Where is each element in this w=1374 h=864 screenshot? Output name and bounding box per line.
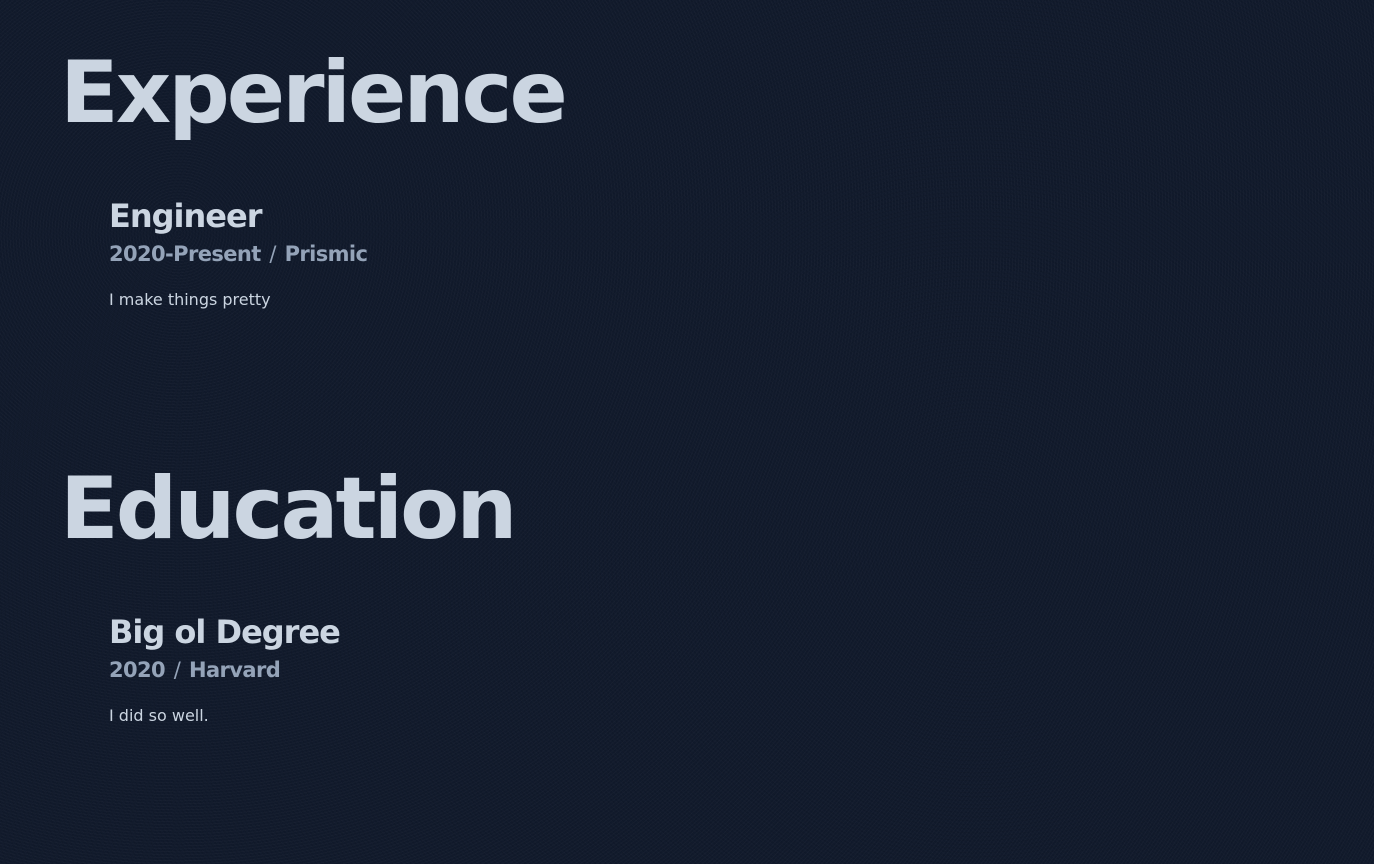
education-entry-description: I did so well. <box>109 706 209 725</box>
education-entry: Big ol Degree 2020 / Harvard I did so we… <box>109 612 1310 726</box>
experience-entry-role: Engineer <box>109 197 262 235</box>
experience-entry-period: 2020-Present <box>109 242 261 266</box>
education-entry-period: 2020 <box>109 658 166 682</box>
education-entry-organization: Harvard <box>188 658 281 682</box>
experience-entry-meta: 2020-Present / Prismic <box>109 239 1310 269</box>
experience-entry-description: I make things pretty <box>109 290 271 309</box>
education-section: Education Big ol Degree 2020 / Harvard I… <box>60 466 1310 726</box>
meta-separator: / <box>269 242 276 266</box>
education-entry-meta: 2020 / Harvard <box>109 655 1310 685</box>
education-entry-role: Big ol Degree <box>109 613 341 651</box>
experience-entry: Engineer 2020-Present / Prismic I make t… <box>109 196 1310 310</box>
education-heading: Education <box>60 459 517 559</box>
meta-separator: / <box>173 658 181 682</box>
experience-section: Experience Engineer 2020-Present / Prism… <box>60 50 1310 310</box>
experience-heading: Experience <box>60 43 568 143</box>
experience-entry-organization: Prismic <box>284 242 368 266</box>
